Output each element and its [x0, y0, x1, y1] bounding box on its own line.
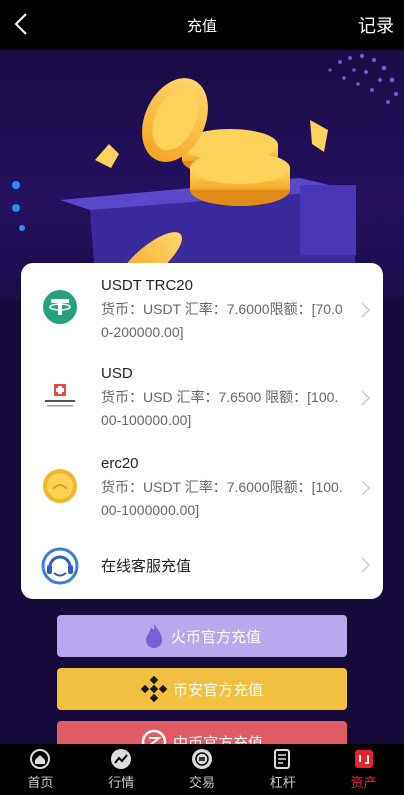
binance-deposit-button[interactable]: 币安官方充值	[57, 668, 347, 710]
channel-row-usd[interactable]: USD 货币：USD 汇率：7.6500 限额：[100.00-100000.0…	[21, 351, 383, 441]
page-title: 充值	[186, 17, 217, 35]
chevron-right-icon	[361, 390, 371, 406]
bank-logo-icon	[45, 384, 75, 407]
channel-desc: 货币：USDT 汇率：7.6000限额：[100.00-1000000.00]	[101, 479, 343, 518]
button-label: 币安官方充值	[172, 681, 263, 699]
record-link[interactable]: 记录	[358, 12, 394, 38]
gold-coin-icon	[43, 469, 77, 503]
document-icon	[273, 749, 290, 769]
tab-assets[interactable]: 资产	[323, 744, 404, 795]
top-bar: 充值 记录	[0, 0, 404, 50]
tab-label: 杠杆	[269, 775, 296, 790]
button-label: 火币官方充值	[170, 628, 261, 646]
channel-row-erc20[interactable]: erc20 货币：USDT 汇率：7.6000限额：[100.00-100000…	[21, 441, 383, 531]
tab-label: 行情	[108, 775, 135, 790]
channel-name: 在线客服充值	[101, 558, 192, 575]
back-arrow-icon[interactable]	[10, 10, 34, 38]
chart-trend-icon	[111, 749, 132, 769]
tether-logo-icon	[43, 290, 77, 324]
headset-icon	[41, 547, 79, 585]
home-icon	[30, 749, 51, 769]
tab-label: 资产	[350, 775, 377, 790]
tab-label: 首页	[27, 775, 54, 790]
channel-desc: 货币：USD 汇率：7.6500 限额：[100.00-100000.00]	[101, 389, 339, 428]
channel-row-usdt-trc20[interactable]: USDT TRC20 货币：USDT 汇率：7.6000限额：[70.00-20…	[21, 263, 383, 351]
chevron-right-icon	[361, 557, 371, 573]
exchange-icon	[191, 749, 212, 769]
tab-leverage[interactable]: 杠杆	[242, 744, 323, 795]
channel-name: erc20	[101, 455, 139, 472]
channel-desc: 货币：USDT 汇率：7.6000限额：[70.00-200000.00]	[101, 301, 343, 340]
tab-label: 交易	[188, 775, 215, 790]
channel-row-online-service[interactable]: 在线客服充值	[21, 531, 383, 599]
tab-home[interactable]: 首页	[0, 744, 81, 795]
channel-name: USDT TRC20	[101, 277, 193, 294]
wallet-icon	[354, 750, 373, 768]
binance-icon	[140, 676, 167, 702]
tab-trade[interactable]: 交易	[162, 744, 243, 795]
channel-name: USD	[101, 365, 133, 382]
chevron-right-icon	[361, 302, 371, 318]
bottom-tab-bar: 首页 行情 交易 杠杆 资产	[0, 744, 404, 795]
deposit-channel-card: USDT TRC20 货币：USDT 汇率：7.6000限额：[70.00-20…	[21, 263, 383, 599]
tab-market[interactable]: 行情	[81, 744, 162, 795]
chevron-right-icon	[361, 480, 371, 496]
huobi-deposit-button[interactable]: 火币官方充值	[57, 615, 347, 657]
huobi-flame-icon	[145, 624, 162, 648]
